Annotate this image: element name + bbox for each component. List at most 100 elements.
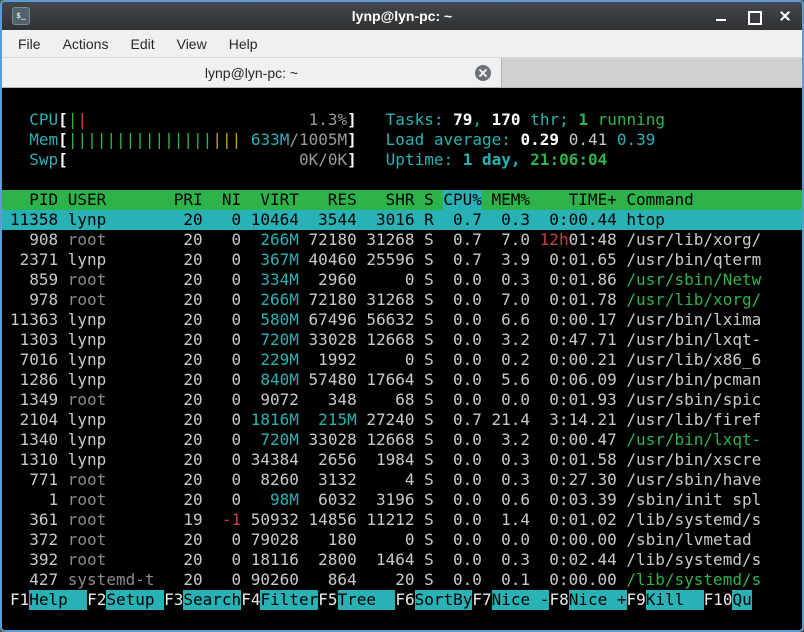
menu-item-help[interactable]: Help bbox=[219, 32, 268, 56]
fkey-f2-setup[interactable]: F2Setup bbox=[87, 590, 164, 610]
cell-cpu: 0.0 bbox=[443, 350, 482, 370]
cell-state: S bbox=[424, 570, 434, 590]
cell-res: 2656 bbox=[309, 450, 357, 470]
cell-cpu: 0.7 bbox=[443, 230, 482, 250]
col-pri[interactable]: PRI bbox=[164, 190, 203, 210]
cell-ni: 0 bbox=[212, 430, 241, 450]
cell-pid: 427 bbox=[10, 570, 58, 590]
menu-item-file[interactable]: File bbox=[8, 32, 51, 56]
process-row[interactable]: 1310 lynp 20 0 34384 2656 1984 S 0.0 0.3… bbox=[2, 450, 802, 470]
menu-item-edit[interactable]: Edit bbox=[120, 32, 164, 56]
cell-virt: 34384 bbox=[251, 450, 299, 470]
process-row[interactable]: 7016 lynp 20 0 229M 1992 0 S 0.0 0.2 0:0… bbox=[2, 350, 802, 370]
cell-res: 864 bbox=[309, 570, 357, 590]
minimize-icon[interactable] bbox=[714, 9, 728, 23]
col-command[interactable]: Command bbox=[626, 190, 794, 210]
cell-pid: 11363 bbox=[10, 310, 58, 330]
process-row[interactable]: 1 root 20 0 98M 6032 3196 S 0.0 0.6 0:03… bbox=[2, 490, 802, 510]
fkey-f4-filter[interactable]: F4Filter bbox=[241, 590, 318, 610]
cell-ni: 0 bbox=[212, 530, 241, 550]
process-row[interactable]: 11363 lynp 20 0 580M 67496 56632 S 0.0 6… bbox=[2, 310, 802, 330]
process-row[interactable]: 908 root 20 0 266M 72180 31268 S 0.7 7.0… bbox=[2, 230, 802, 250]
htop-screen[interactable]: CPU[||1.3%] Tasks: 79, 170 thr; 1 runnin… bbox=[2, 88, 802, 630]
cell-state: R bbox=[424, 210, 434, 230]
col-cpu[interactable]: CPU% bbox=[443, 190, 482, 210]
process-row[interactable]: 361 root 19 -1 50932 14856 11212 S 0.0 1… bbox=[2, 510, 802, 530]
fkey-f10-quit[interactable]: F10Qu bbox=[704, 590, 752, 610]
close-icon[interactable] bbox=[778, 9, 792, 23]
process-row[interactable]: 2104 lynp 20 0 1816M 215M 27240 S 0.7 21… bbox=[2, 410, 802, 430]
cell-time: 12h01:48 bbox=[540, 230, 617, 250]
cell-user: systemd-t bbox=[68, 570, 155, 590]
uptime-time: 21:06:04 bbox=[530, 150, 607, 169]
cell-res: 215M bbox=[309, 410, 357, 430]
cell-cpu: 0.0 bbox=[443, 530, 482, 550]
maximize-icon[interactable] bbox=[746, 9, 760, 23]
cell-pid: 859 bbox=[10, 270, 58, 290]
cell-command: /usr/sbin/have bbox=[626, 470, 794, 490]
col-virt[interactable]: VIRT bbox=[251, 190, 299, 210]
process-row[interactable]: 771 root 20 0 8260 3132 4 S 0.0 0.3 0:27… bbox=[2, 470, 802, 490]
process-row[interactable]: 859 root 20 0 334M 2960 0 S 0.0 0.3 0:01… bbox=[2, 270, 802, 290]
cell-cpu: 0.0 bbox=[443, 370, 482, 390]
col-res[interactable]: RES bbox=[309, 190, 357, 210]
terminal-app-icon[interactable] bbox=[12, 7, 30, 25]
cell-user: root bbox=[68, 230, 155, 250]
cell-shr: 0 bbox=[366, 350, 414, 370]
cell-shr: 4 bbox=[366, 470, 414, 490]
cell-res: 2960 bbox=[309, 270, 357, 290]
cell-mem: 3.2 bbox=[492, 430, 531, 450]
cell-state: S bbox=[424, 470, 434, 490]
fkey-f9-kill[interactable]: F9Kill bbox=[627, 590, 704, 610]
process-row[interactable]: 1340 lynp 20 0 720M 33028 12668 S 0.0 3.… bbox=[2, 430, 802, 450]
fkey-f8-nice-plus[interactable]: F8Nice + bbox=[549, 590, 626, 610]
cell-user: root bbox=[68, 390, 155, 410]
tab-active[interactable]: lynp@lyn-pc: ~ bbox=[2, 58, 502, 87]
col-user[interactable]: USER bbox=[68, 190, 155, 210]
cell-pid: 361 bbox=[10, 510, 58, 530]
cell-mem: 0.0 bbox=[492, 530, 531, 550]
threads-label: thr; bbox=[521, 110, 579, 129]
cell-shr: 31268 bbox=[366, 290, 414, 310]
fkey-f5-tree[interactable]: F5Tree bbox=[318, 590, 395, 610]
cell-pid: 372 bbox=[10, 530, 58, 550]
process-row[interactable]: 1286 lynp 20 0 840M 57480 17664 S 0.0 5.… bbox=[2, 370, 802, 390]
fkey-f7-nice-minus[interactable]: F7Nice - bbox=[472, 590, 549, 610]
cell-pid: 1286 bbox=[10, 370, 58, 390]
cell-user: lynp bbox=[68, 330, 155, 350]
process-row[interactable]: 11358 lynp 20 0 10464 3544 3016 R 0.7 0.… bbox=[2, 210, 802, 230]
cell-time: 0:01.65 bbox=[540, 250, 617, 270]
process-row[interactable]: 978 root 20 0 266M 72180 31268 S 0.0 7.0… bbox=[2, 290, 802, 310]
fkey-f1-help[interactable]: F1Help bbox=[10, 590, 87, 610]
cell-pid: 392 bbox=[10, 550, 58, 570]
process-row[interactable]: 1349 root 20 0 9072 348 68 S 0.0 0.0 0:0… bbox=[2, 390, 802, 410]
tab-close-icon[interactable] bbox=[475, 65, 491, 81]
menu-item-actions[interactable]: Actions bbox=[53, 32, 119, 56]
process-row[interactable]: 427 systemd-t 20 0 90260 864 20 S 0.0 0.… bbox=[2, 570, 802, 590]
cell-shr: 1984 bbox=[366, 450, 414, 470]
process-row[interactable]: 372 root 20 0 79028 180 0 S 0.0 0.0 0:00… bbox=[2, 530, 802, 550]
cell-ni: 0 bbox=[212, 290, 241, 310]
col-state[interactable]: S bbox=[424, 190, 434, 210]
process-row[interactable]: 2371 lynp 20 0 367M 40460 25596 S 0.7 3.… bbox=[2, 250, 802, 270]
fkey-f3-search[interactable]: F3Search bbox=[164, 590, 241, 610]
cell-time: 0:00.17 bbox=[540, 310, 617, 330]
col-mem[interactable]: MEM% bbox=[492, 190, 531, 210]
meter-bracket-close: ] bbox=[347, 150, 357, 170]
process-row[interactable]: 392 root 20 0 18116 2800 1464 S 0.0 0.3 … bbox=[2, 550, 802, 570]
menu-item-view[interactable]: View bbox=[167, 32, 217, 56]
fkey-f6-sortby[interactable]: F6SortBy bbox=[395, 590, 472, 610]
col-time[interactable]: TIME+ bbox=[540, 190, 617, 210]
cell-mem: 0.3 bbox=[492, 550, 531, 570]
running-count: 1 bbox=[578, 110, 588, 129]
cell-virt: 79028 bbox=[251, 530, 299, 550]
cell-virt: 1816M bbox=[251, 410, 299, 430]
cell-pri: 20 bbox=[164, 310, 203, 330]
col-ni[interactable]: NI bbox=[212, 190, 241, 210]
threads-count: 170 bbox=[492, 110, 521, 129]
col-shr[interactable]: SHR bbox=[366, 190, 414, 210]
process-row[interactable]: 1303 lynp 20 0 720M 33028 12668 S 0.0 3.… bbox=[2, 330, 802, 350]
mem-meter-label: Mem bbox=[29, 130, 58, 150]
col-pid[interactable]: PID bbox=[10, 190, 58, 210]
cell-shr: 27240 bbox=[366, 410, 414, 430]
